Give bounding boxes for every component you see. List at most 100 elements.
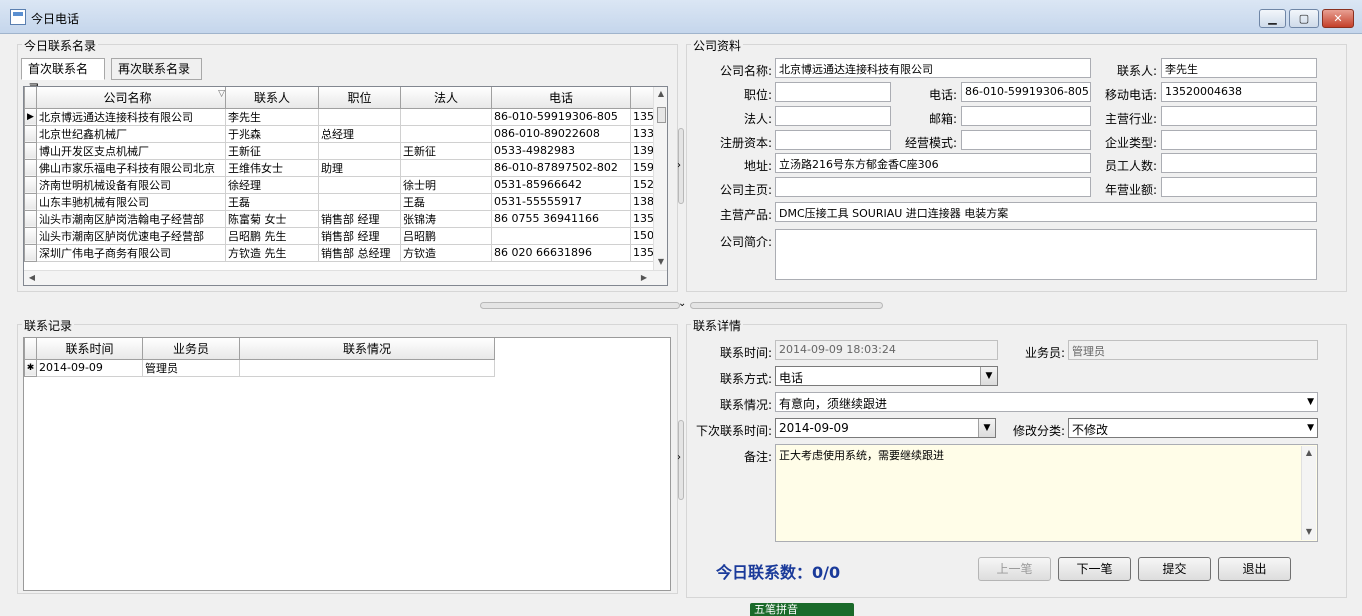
records-grid: 联系时间 业务员 联系情况 ✱ 2014-09-09 管理员 (23, 337, 671, 591)
position-field[interactable] (775, 82, 891, 102)
scroll-up-icon[interactable]: ▲ (655, 89, 667, 98)
note-scrollbar[interactable]: ▲ ▼ (1301, 446, 1316, 540)
contact-status-select[interactable]: 有意向，须继续跟进 ▼ (775, 392, 1318, 412)
note-label: 备注: (743, 450, 772, 464)
collapse-down-icon[interactable]: ⌄ (678, 298, 686, 309)
next-contact-date-picker[interactable]: 2014-09-09 ▼ (775, 418, 996, 438)
scroll-right-icon[interactable]: ▶ (638, 273, 650, 282)
scroll-down-icon[interactable]: ▼ (655, 257, 667, 266)
company-name-label: 公司名称: (719, 64, 772, 78)
column-header-legal[interactable]: 法人 (400, 87, 492, 109)
table-row[interactable]: 北京世纪鑫机械厂 于兆森 总经理 086-010-89022608 1331 (24, 124, 665, 143)
close-button[interactable]: ✕ (1322, 9, 1354, 28)
dropdown-arrow-icon[interactable]: ▼ (980, 367, 997, 385)
scroll-up-icon[interactable]: ▲ (1303, 448, 1315, 457)
title-bar: 今日电话 ▁ ▢ ✕ (0, 0, 1362, 34)
legal-label: 法人: (743, 112, 772, 126)
table-row[interactable]: 山东丰驰机械有限公司 王磊 王磊 0531-55555917 1386 (24, 192, 665, 211)
address-field[interactable]: 立汤路216号东方郁金香C座306 (775, 153, 1091, 173)
table-row[interactable]: ✱ 2014-09-09 管理员 (24, 358, 495, 377)
type-label: 企业类型: (1104, 136, 1157, 150)
details-title: 联系详情 (691, 317, 744, 334)
horizontal-scrollbar[interactable]: ◀ ▶ (24, 270, 667, 285)
table-row[interactable]: 汕头市潮南区胪岗优速电子经营部 吕昭鹏 先生 销售部 经理 吕昭鹏 1500 (24, 226, 665, 245)
minimize-button[interactable]: ▁ (1259, 9, 1286, 28)
contact-field[interactable]: 李先生 (1161, 58, 1317, 78)
homepage-field[interactable] (775, 177, 1091, 197)
contact-time-field: 2014-09-09 18:03:24 (775, 340, 998, 360)
column-header-contact[interactable]: 联系人 (225, 87, 319, 109)
homepage-label: 公司主页: (719, 183, 772, 197)
next-contact-label: 下次联系时间: (695, 424, 772, 438)
industry-label: 主营行业: (1104, 112, 1157, 126)
intro-label: 公司简介: (719, 235, 772, 249)
scroll-thumb[interactable] (657, 107, 666, 123)
table-row[interactable]: 深圳广伟电子商务有限公司 方钦造 先生 销售部 总经理 方钦造 86 020 66631… (24, 243, 665, 262)
email-label: 邮箱: (928, 112, 957, 126)
column-header-company[interactable]: 公司名称 ▽ (36, 87, 226, 109)
dropdown-arrow-icon[interactable]: ▼ (1307, 397, 1314, 407)
mobile-field[interactable]: 13520004638 (1161, 82, 1317, 102)
table-row[interactable]: 汕头市潮南区胪岗浩翰电子经营部 陈富菊 女士 销售部 经理 张锦涛 86 0755 36… (24, 209, 665, 228)
revenue-field[interactable] (1161, 177, 1317, 197)
column-header-status[interactable]: 联系情况 (239, 338, 495, 360)
column-header-position[interactable]: 职位 (318, 87, 401, 109)
scroll-left-icon[interactable]: ◀ (26, 273, 38, 282)
new-row-icon: ✱ (24, 358, 37, 377)
sort-icon: ▽ (218, 88, 225, 99)
column-header-time[interactable]: 联系时间 (36, 338, 143, 360)
table-row[interactable]: ▶ 北京博远通达连接科技有限公司 李先生 86-010-59919306-805 13… (24, 107, 665, 126)
capital-label: 注册资本: (719, 136, 772, 150)
table-row[interactable]: 博山开发区支点机械厂 王新征 王新征 0533-4982983 1395 (24, 141, 665, 160)
expand-right-icon-lower[interactable]: › (677, 452, 681, 463)
calendar-dropdown-icon[interactable]: ▼ (978, 419, 995, 437)
expand-right-icon[interactable]: › (677, 160, 681, 171)
intro-field[interactable] (775, 229, 1317, 280)
email-field[interactable] (961, 106, 1091, 126)
column-header-phone[interactable]: 电话 (491, 87, 631, 109)
company-name-field[interactable]: 北京博远通达连接科技有限公司 (775, 58, 1091, 78)
submit-button[interactable]: 提交 (1138, 557, 1211, 581)
contact-method-label: 联系方式: (719, 372, 772, 386)
capital-field[interactable] (775, 130, 891, 150)
mode-label: 经营模式: (904, 136, 957, 150)
column-header-staff[interactable]: 业务员 (142, 338, 240, 360)
category-select[interactable]: 不修改 ▼ (1068, 418, 1318, 438)
ime-status-bar[interactable]: 五笔拼音 (750, 603, 854, 616)
ime-label: 五笔拼音 (754, 603, 798, 616)
exit-button[interactable]: 退出 (1218, 557, 1291, 581)
products-label: 主营产品: (719, 208, 772, 222)
top-collapse-handle-left[interactable] (480, 302, 680, 309)
note-field[interactable]: 正大考虑使用系统，需要继续跟进 (775, 444, 1318, 542)
staff-member-field: 管理员 (1068, 340, 1318, 360)
vertical-scrollbar[interactable]: ▲ ▼ (653, 87, 667, 270)
table-row[interactable]: 佛山市家乐福电子科技有限公司北京 王维伟女士 助理 86-010-87897502-8… (24, 158, 665, 177)
next-record-button[interactable]: 下一笔 (1058, 557, 1131, 581)
maximize-button[interactable]: ▢ (1289, 9, 1319, 28)
window-title: 今日电话 (31, 12, 80, 26)
address-label: 地址: (743, 159, 772, 173)
table-row[interactable]: 济南世明机械设备有限公司 徐经理 徐士明 0531-85966642 1526 (24, 175, 665, 194)
tab-second-contact[interactable]: 再次联系名录 (111, 58, 202, 80)
phone-field[interactable]: 86-010-59919306-805 (961, 82, 1091, 102)
staff-field[interactable] (1161, 153, 1317, 173)
top-collapse-handle-right[interactable] (690, 302, 883, 309)
mode-field[interactable] (961, 130, 1091, 150)
prev-record-button[interactable]: 上一笔 (978, 557, 1051, 581)
mobile-label: 移动电话: (1104, 88, 1157, 102)
row-pointer-icon: ▶ (24, 107, 37, 126)
tab-first-contact[interactable]: 首次联系名录 (21, 58, 105, 96)
revenue-label: 年营业额: (1104, 183, 1157, 197)
industry-field[interactable] (1161, 106, 1317, 126)
contact-method-select[interactable]: 电话 ▼ (775, 366, 998, 386)
company-info-title: 公司资料 (691, 37, 744, 54)
legal-field[interactable] (775, 106, 891, 126)
phone-label: 电话: (928, 88, 957, 102)
products-field[interactable]: DMC压接工具 SOURIAU 进口连接器 电装方案 (775, 202, 1317, 222)
records-title: 联系记录 (22, 317, 75, 334)
category-label: 修改分类: (1012, 424, 1065, 438)
type-field[interactable] (1161, 130, 1317, 150)
contact-time-label: 联系时间: (719, 346, 772, 360)
dropdown-arrow-icon[interactable]: ▼ (1307, 423, 1314, 433)
scroll-down-icon[interactable]: ▼ (1303, 527, 1315, 536)
